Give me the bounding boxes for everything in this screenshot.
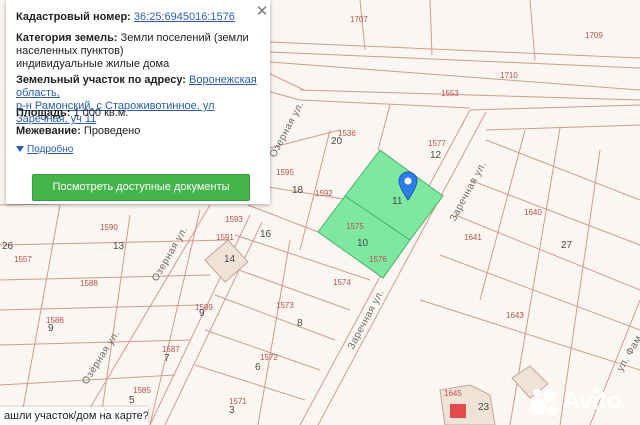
block-label: 20 <box>331 136 343 147</box>
parcel-label: 1553 <box>441 89 459 98</box>
chevron-down-icon <box>16 146 24 153</box>
parcel-label: 1595 <box>276 168 294 177</box>
more-details-label: Подробно <box>27 144 74 155</box>
block-label: 10 <box>357 238 369 249</box>
address-label: Земельный участок по адресу: <box>16 74 186 86</box>
block-label: 13 <box>113 241 125 252</box>
survey-row: Межевание: Проведено <box>16 125 260 138</box>
cadastral-label: Кадастровый номер: <box>16 11 131 23</box>
parcel-label: 1576 <box>369 255 387 264</box>
block-label: 7 <box>164 353 170 364</box>
parcel-label: 1588 <box>80 279 98 288</box>
parcel-label: 1572 <box>260 353 278 362</box>
block-label: 9 <box>199 308 205 319</box>
building-red <box>450 404 466 418</box>
block-label: 8 <box>297 318 303 329</box>
category-label: Категория земель: <box>16 32 118 44</box>
avito-wordmark: Avito <box>562 385 622 415</box>
parcel-label: 1645 <box>444 389 462 398</box>
parcel-label: 1643 <box>506 311 524 320</box>
parcel-label: 1590 <box>100 223 118 232</box>
parcel-label: 1574 <box>333 278 351 287</box>
parcel-label: 1585 <box>133 386 151 395</box>
parcel-label: 1707 <box>350 15 368 24</box>
block-label: 12 <box>430 150 442 161</box>
avito-watermark: Avito <box>528 385 638 417</box>
block-label: 16 <box>260 229 272 240</box>
parcel-label: 1593 <box>225 215 243 224</box>
view-documents-button[interactable]: Посмотреть доступные документы <box>32 174 250 201</box>
found-parcel-question[interactable]: ашли участок/дом на карте? <box>0 407 148 425</box>
block-label: 23 <box>478 402 490 413</box>
area-value: 1 000 кв.м. <box>73 107 129 119</box>
avito-logo-icon <box>530 389 557 415</box>
block-label: 26 <box>2 241 14 252</box>
parcel-label: 1710 <box>500 71 518 80</box>
category-value-line3: индивидуальные жилые дома <box>16 58 170 70</box>
parcel-label: 1640 <box>524 208 542 217</box>
category-value-line1: Земли поселений (земли <box>120 32 249 44</box>
block-label: 11 <box>392 196 403 207</box>
parcel-label: 1709 <box>585 31 603 40</box>
block-label: 14 <box>224 254 236 265</box>
parcel-info-popup: ✕ Кадастровый номер: 36:25:6945016:1576 … <box>6 0 270 204</box>
area-row: Площадь: 1 000 кв.м. <box>16 107 260 120</box>
parcel-label: 1577 <box>428 139 446 148</box>
block-label: 3 <box>229 405 235 416</box>
block-label: 5 <box>129 395 135 406</box>
cadastral-row: Кадастровый номер: 36:25:6945016:1576 <box>16 11 260 24</box>
parcel-label: 1557 <box>14 255 32 264</box>
parcel-label: 1591 <box>216 233 234 242</box>
area-label: Площадь: <box>16 107 71 119</box>
category-row: Категория земель: Земли поселений (земли… <box>16 32 260 71</box>
more-details-link[interactable]: Подробно <box>16 143 73 156</box>
survey-label: Межевание: <box>16 125 81 137</box>
block-label: 6 <box>255 362 261 373</box>
cadastral-number-link[interactable]: 36:25:6945016:1576 <box>134 11 235 23</box>
block-label: 9 <box>48 323 54 334</box>
parcel-label: 1575 <box>346 222 364 231</box>
parcel-label: 1573 <box>276 301 294 310</box>
block-label: 27 <box>561 240 573 251</box>
block-label: 18 <box>292 185 304 196</box>
survey-value: Проведено <box>83 125 141 137</box>
parcel-label: 1641 <box>464 233 482 242</box>
parcel-label: 1592 <box>315 189 333 198</box>
category-value-line2: населенных пунктов) <box>16 45 124 57</box>
